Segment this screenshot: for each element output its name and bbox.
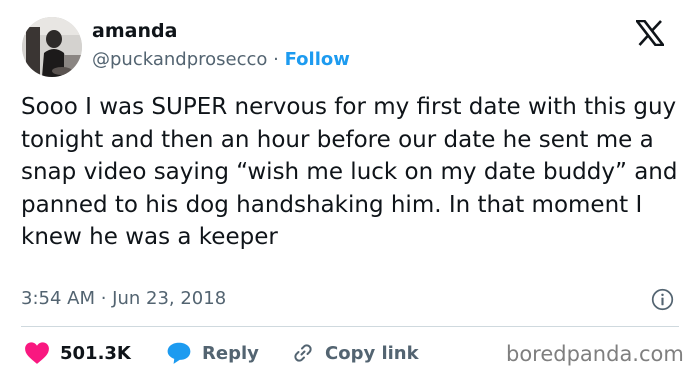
link-icon: [294, 344, 312, 362]
copy-link-button[interactable]: Copy link: [291, 340, 419, 366]
user-handle[interactable]: @puckandprosecco: [92, 49, 267, 70]
handle-row: @puckandprosecco · Follow: [92, 48, 350, 72]
reply-button[interactable]: Reply: [166, 340, 259, 366]
avatar-photo: [22, 17, 82, 77]
copy-link-label: Copy link: [325, 342, 419, 364]
x-logo-icon[interactable]: [636, 20, 664, 46]
divider: [21, 326, 679, 327]
tweet-text: Sooo I was SUPER nervous for my first da…: [21, 94, 678, 250]
follow-button[interactable]: Follow: [285, 49, 350, 70]
speech-bubble-icon: [167, 342, 191, 364]
like-button[interactable]: 501.3K: [24, 340, 131, 366]
reply-label: Reply: [202, 342, 259, 364]
tweet-timestamp[interactable]: 3:54 AM · Jun 23, 2018: [21, 287, 226, 311]
heart-icon: [25, 342, 49, 364]
avatar[interactable]: [22, 17, 82, 77]
likes-count: 501.3K: [60, 342, 131, 364]
separator-dot: ·: [273, 49, 279, 70]
info-icon[interactable]: [651, 288, 674, 311]
user-name[interactable]: amanda: [92, 19, 177, 43]
watermark: boredpanda.com: [506, 342, 684, 366]
